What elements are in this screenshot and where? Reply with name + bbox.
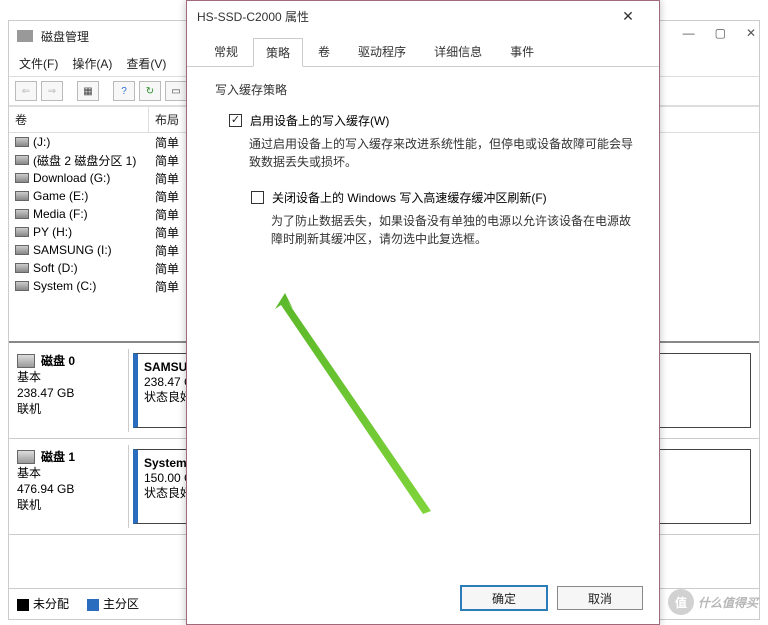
legend-primary: 主分区: [87, 595, 139, 612]
toolbar-separator: [67, 81, 73, 101]
dm-title: 磁盘管理: [41, 28, 89, 45]
properties-title: HS-SSD-C2000 属性: [197, 8, 607, 25]
enable-write-cache-description: 通过启用设备上的写入缓存来改进系统性能，但停电或设备故障可能会导致数据丢失或损坏…: [249, 135, 635, 171]
drive-icon: [15, 137, 29, 147]
toolbar-disk-icon[interactable]: ▭: [165, 81, 187, 101]
drive-icon: [15, 227, 29, 237]
enable-write-cache-checkbox[interactable]: [229, 114, 242, 127]
toolbar-back-icon[interactable]: ⇐: [15, 81, 37, 101]
ok-button[interactable]: 确定: [461, 586, 547, 610]
enable-write-cache-row: 启用设备上的写入缓存(W): [229, 112, 635, 129]
legend-unallocated: 未分配: [17, 595, 69, 612]
watermark: 值 什么值得买: [668, 589, 758, 615]
disk-management-icon: [17, 30, 33, 42]
drive-icon: [15, 245, 29, 255]
disk-meta: 磁盘 0 基本 238.47 GB 联机: [9, 349, 129, 432]
toolbar-forward-icon[interactable]: ⇒: [41, 81, 63, 101]
maximize-icon[interactable]: ▢: [715, 26, 726, 40]
disk-icon: [17, 354, 35, 368]
menu-view[interactable]: 查看(V): [126, 55, 166, 72]
menu-action[interactable]: 操作(A): [72, 55, 112, 72]
close-icon[interactable]: ✕: [746, 26, 756, 40]
properties-body: 写入缓存策略 启用设备上的写入缓存(W) 通过启用设备上的写入缓存来改进系统性能…: [187, 67, 659, 577]
cancel-button[interactable]: 取消: [557, 586, 643, 610]
toolbar-refresh-icon[interactable]: ↻: [139, 81, 161, 101]
properties-dialog: HS-SSD-C2000 属性 ✕ 常规 策略 卷 驱动程序 详细信息 事件 写…: [186, 0, 660, 625]
drive-icon: [15, 173, 29, 183]
drive-icon: [15, 191, 29, 201]
toolbar-help-icon[interactable]: ?: [113, 81, 135, 101]
drive-icon: [15, 281, 29, 291]
dialog-buttons: 确定 取消: [461, 586, 643, 610]
col-volume[interactable]: 卷: [9, 107, 149, 132]
drive-icon: [15, 155, 29, 165]
flush-buffer-description: 为了防止数据丢失，如果设备没有单独的电源以允许该设备在电源故障时刷新其缓冲区，请…: [271, 212, 635, 248]
watermark-icon: 值: [668, 589, 694, 615]
tab-events[interactable]: 事件: [497, 37, 547, 66]
flush-buffer-checkbox[interactable]: [251, 191, 264, 204]
minimize-icon[interactable]: —: [683, 26, 695, 40]
dm-window-controls: — ▢ ✕: [683, 26, 756, 40]
toolbar-grid-icon[interactable]: ▦: [77, 81, 99, 101]
write-cache-policy-group: 写入缓存策略 启用设备上的写入缓存(W) 通过启用设备上的写入缓存来改进系统性能…: [211, 81, 635, 248]
tab-general[interactable]: 常规: [201, 37, 251, 66]
properties-tabs: 常规 策略 卷 驱动程序 详细信息 事件: [187, 31, 659, 67]
menu-file[interactable]: 文件(F): [19, 55, 58, 72]
enable-write-cache-label: 启用设备上的写入缓存(W): [250, 112, 389, 129]
drive-icon: [15, 209, 29, 219]
flush-buffer-label: 关闭设备上的 Windows 写入高速缓存缓冲区刷新(F): [272, 189, 547, 206]
group-title: 写入缓存策略: [211, 83, 291, 97]
properties-titlebar: HS-SSD-C2000 属性 ✕: [187, 1, 659, 31]
annotation-arrow-icon: [263, 289, 443, 519]
tab-details[interactable]: 详细信息: [421, 37, 495, 66]
close-button[interactable]: ✕: [607, 2, 649, 30]
disk-icon: [17, 450, 35, 464]
tab-policies[interactable]: 策略: [253, 38, 303, 67]
tab-driver[interactable]: 驱动程序: [345, 37, 419, 66]
flush-buffer-row: 关闭设备上的 Windows 写入高速缓存缓冲区刷新(F): [251, 189, 635, 206]
drive-icon: [15, 263, 29, 273]
watermark-text: 什么值得买: [698, 594, 758, 611]
toolbar-separator: [103, 81, 109, 101]
disk-meta: 磁盘 1 基本 476.94 GB 联机: [9, 445, 129, 528]
tab-volumes[interactable]: 卷: [305, 37, 343, 66]
